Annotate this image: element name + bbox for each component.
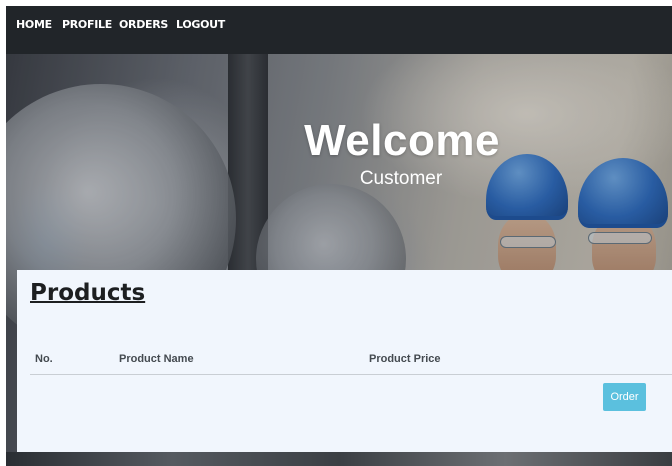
top-navbar: HOME PROFILE ORDERS LOGOUT	[6, 6, 672, 54]
order-button[interactable]: Order	[603, 383, 646, 411]
hero-title: Welcome	[304, 116, 500, 165]
nav-profile-link[interactable]: PROFILE	[62, 18, 112, 31]
table-header-divider	[30, 374, 672, 375]
hero-bottom-edge	[6, 452, 672, 466]
column-header-number: No.	[35, 353, 53, 365]
nav-home-link[interactable]: HOME	[16, 18, 52, 31]
app-frame: HOME PROFILE ORDERS LOGOUT Welcome Custo…	[6, 6, 672, 466]
nav-logout-link[interactable]: LOGOUT	[176, 18, 225, 31]
products-heading: Products	[30, 280, 146, 306]
hero-subtitle: Customer	[359, 168, 443, 189]
nav-orders-link[interactable]: ORDERS	[119, 18, 168, 31]
column-header-product-price: Product Price	[369, 353, 441, 365]
column-header-product-name: Product Name	[119, 353, 194, 365]
products-panel: Products No. Product Name Product Price …	[17, 270, 672, 452]
